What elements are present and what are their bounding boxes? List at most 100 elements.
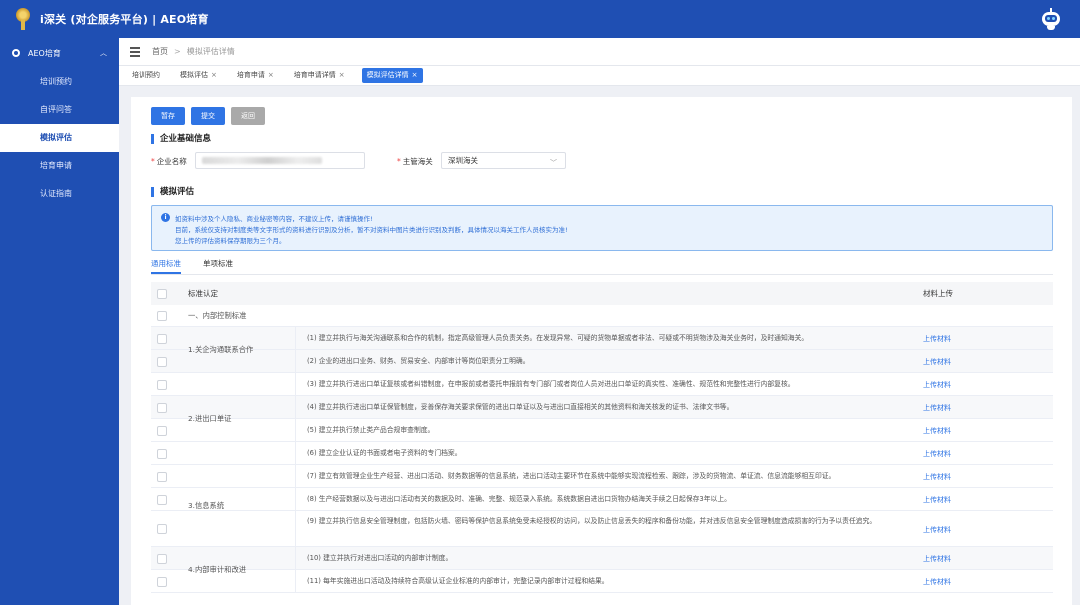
column-divider — [295, 547, 296, 593]
row-checkbox[interactable] — [157, 553, 167, 564]
tab-mock-evaluation-detail[interactable]: 模拟评估详情 × — [361, 68, 423, 83]
company-name-field[interactable] — [195, 152, 365, 169]
tab-training[interactable]: 培训预约 — [129, 68, 163, 83]
upload-material-link[interactable]: 上传材料 — [923, 525, 951, 535]
main-content: 暂存 提交 返回 企业基础信息 * 企业名称 * 主管海关 深圳海关 ﹀ 模拟评估 … — [131, 97, 1072, 605]
sidebar-group-label: AEO培育 — [28, 48, 61, 58]
redacted-value — [202, 157, 322, 164]
standard-item-text: (4) 建立并执行进出口单证保管制度，妥善保存海关要求保管的进出口单证以及与进出… — [307, 403, 734, 411]
customs-select[interactable]: 深圳海关 ﹀ — [441, 152, 566, 169]
row-checkbox[interactable] — [157, 402, 167, 413]
section-title-evaluation: 模拟评估 — [151, 187, 194, 197]
active-tab-indicator — [151, 272, 181, 274]
table-row: (6) 建立企业认证的书面或者电子资料的专门档案。 上传材料 — [151, 442, 1053, 465]
customs-select-value: 深圳海关 — [448, 156, 478, 165]
row-checkbox[interactable] — [157, 425, 167, 436]
close-icon[interactable]: × — [268, 71, 274, 79]
sidebar-group-aeo[interactable]: AEO培育 ︿ — [0, 38, 119, 68]
back-button[interactable]: 返回 — [231, 107, 265, 125]
standard-item-text: (7) 建立有效管理企业生产经营、进出口活动、财务数据等的信息系统，进出口活动主… — [307, 472, 836, 480]
top-header: i深关 (对企服务平台) | AEO培育 — [0, 0, 1080, 38]
upload-material-link[interactable]: 上传材料 — [923, 380, 951, 390]
standard-group-name: 3.信息系统 — [188, 501, 225, 510]
row-checkbox[interactable] — [157, 494, 167, 505]
row-checkbox[interactable] — [157, 524, 167, 534]
customs-emblem-logo — [14, 8, 32, 30]
row-checkbox[interactable] — [157, 576, 167, 587]
page-tabs: 培训预约 模拟评估 × 培育申请 × 培育申请详情 × 模拟评估详情 × — [119, 66, 1080, 86]
section-title-basic-info: 企业基础信息 — [151, 134, 211, 144]
required-mark: * — [397, 157, 401, 166]
tab-cultivation-apply-detail[interactable]: 培育申请详情 × — [291, 68, 348, 83]
column-divider — [295, 327, 296, 373]
breadcrumb-home[interactable]: 首页 — [152, 47, 168, 56]
upload-material-link[interactable]: 上传材料 — [923, 426, 951, 436]
info-icon: i — [161, 213, 170, 222]
row-checkbox[interactable] — [157, 356, 167, 367]
standard-item-text: (3) 建立并执行进出口单证复核或者纠错制度，在申报前或者委托申报前有专门部门或… — [307, 380, 795, 388]
sidebar-item-mock-evaluation[interactable]: 模拟评估 — [0, 124, 119, 152]
company-name-label: * 企业名称 — [151, 157, 187, 166]
tab-mock-evaluation[interactable]: 模拟评估 × — [177, 68, 220, 83]
upload-material-link[interactable]: 上传材料 — [923, 577, 951, 587]
close-icon[interactable]: × — [412, 71, 418, 79]
standard-item-text: (1) 建立并执行与海关沟通联系和合作的机制，指定高级管理人员负责关务。在发现异… — [307, 334, 809, 342]
standard-item-text: (11) 每年实施进出口活动及持续符合高级认证企业标准的内部审计，完整记录内部审… — [307, 577, 609, 585]
row-checkbox[interactable] — [157, 379, 167, 390]
upload-material-link[interactable]: 上传材料 — [923, 495, 951, 505]
upload-material-link[interactable]: 上传材料 — [923, 472, 951, 482]
notice-line: 如资料中涉及个人隐私、商业秘密等内容，不建议上传，请谨慎操作! — [175, 215, 373, 223]
chevron-down-icon: ﹀ — [550, 159, 557, 167]
standard-group-name: 4.内部审计和改进 — [188, 565, 247, 574]
app-title: i深关 (对企服务平台) | AEO培育 — [40, 13, 209, 26]
sidebar-item-self-assessment[interactable]: 自评问答 — [0, 96, 119, 124]
column-divider — [295, 373, 296, 465]
standard-subtabs: 通用标准 单项标准 — [151, 255, 1053, 275]
sidebar-item-cultivation-apply[interactable]: 培育申请 — [0, 152, 119, 180]
standard-item-text: (9) 建立并执行信息安全管理制度，包括防火墙、密码等保护信息系统免受未经授权的… — [307, 517, 877, 525]
save-draft-button[interactable]: 暂存 — [151, 107, 185, 125]
chevron-up-icon: ︿ — [100, 49, 107, 57]
sidebar-item-certification-guide[interactable]: 认证指南 — [0, 180, 119, 208]
upload-material-link[interactable]: 上传材料 — [923, 554, 951, 564]
table-row: (9) 建立并执行信息安全管理制度，包括防火墙、密码等保护信息系统免受未经授权的… — [151, 511, 1053, 547]
sidebar-item-training[interactable]: 培训预约 — [0, 68, 119, 96]
menu-toggle-icon[interactable] — [130, 45, 140, 59]
row-checkbox[interactable] — [157, 311, 167, 321]
table-row: (4) 建立并执行进出口单证保管制度，妥善保存海关要求保管的进出口单证以及与进出… — [151, 396, 1053, 419]
assistant-robot-icon[interactable] — [1040, 8, 1062, 30]
notice-line: 您上传的评估资料保存期限为三个月。 — [175, 237, 286, 245]
table-row: (5) 建立并执行禁止类产品合规审查制度。 上传材料 — [151, 419, 1053, 442]
submit-button[interactable]: 提交 — [191, 107, 225, 125]
row-checkbox[interactable] — [157, 333, 167, 344]
tab-general-standard[interactable]: 通用标准 — [151, 258, 181, 269]
column-header-upload: 材料上传 — [923, 289, 953, 298]
breadcrumb: 首页 > 模拟评估详情 — [152, 46, 235, 57]
row-checkbox[interactable] — [157, 471, 167, 482]
tab-cultivation-apply[interactable]: 培育申请 × — [234, 68, 277, 83]
close-icon[interactable]: × — [211, 71, 217, 79]
row-checkbox[interactable] — [157, 448, 167, 459]
standard-item-text: (8) 生产经营数据以及与进出口活动有关的数据及时、准确、完整、规范录入系统。系… — [307, 495, 731, 503]
standard-group: (7) 建立有效管理企业生产经营、进出口活动、财务数据等的信息系统，进出口活动主… — [151, 465, 1053, 547]
select-all-checkbox[interactable] — [157, 288, 167, 299]
tab-single-standard[interactable]: 单项标准 — [203, 258, 233, 269]
upload-material-link[interactable]: 上传材料 — [923, 449, 951, 459]
table-row: (11) 每年实施进出口活动及持续符合高级认证企业标准的内部审计，完整记录内部审… — [151, 570, 1053, 593]
table-header: 标准认定 材料上传 — [151, 282, 1053, 305]
section-row-label: 一、内部控制标准 — [188, 311, 247, 320]
standard-group-name: 1.关企沟通联系合作 — [188, 345, 254, 354]
standard-group-name: 2.进出口单证 — [188, 414, 232, 423]
standards-table: 标准认定 材料上传 一、内部控制标准 (1) 建立并执行与海关沟通联系和合作的机… — [151, 282, 1053, 593]
standard-item-text: (2) 企业的进出口业务、财务、贸易安全、内部审计等岗位职责分工明确。 — [307, 357, 530, 365]
standard-item-text: (6) 建立企业认证的书面或者电子资料的专门档案。 — [307, 449, 462, 457]
upload-material-link[interactable]: 上传材料 — [923, 357, 951, 367]
notice-alert: i 如资料中涉及个人隐私、商业秘密等内容，不建议上传，请谨慎操作! 目前，系统仅… — [151, 205, 1053, 251]
standard-item-text: (10) 建立并执行对进出口活动的内部审计制度。 — [307, 554, 453, 562]
upload-material-link[interactable]: 上传材料 — [923, 403, 951, 413]
table-row: (1) 建立并执行与海关沟通联系和合作的机制，指定高级管理人员负责关务。在发现异… — [151, 327, 1053, 350]
upload-material-link[interactable]: 上传材料 — [923, 334, 951, 344]
table-row: (10) 建立并执行对进出口活动的内部审计制度。 上传材料 — [151, 547, 1053, 570]
close-icon[interactable]: × — [339, 71, 345, 79]
table-body: (1) 建立并执行与海关沟通联系和合作的机制，指定高级管理人员负责关务。在发现异… — [151, 327, 1053, 593]
